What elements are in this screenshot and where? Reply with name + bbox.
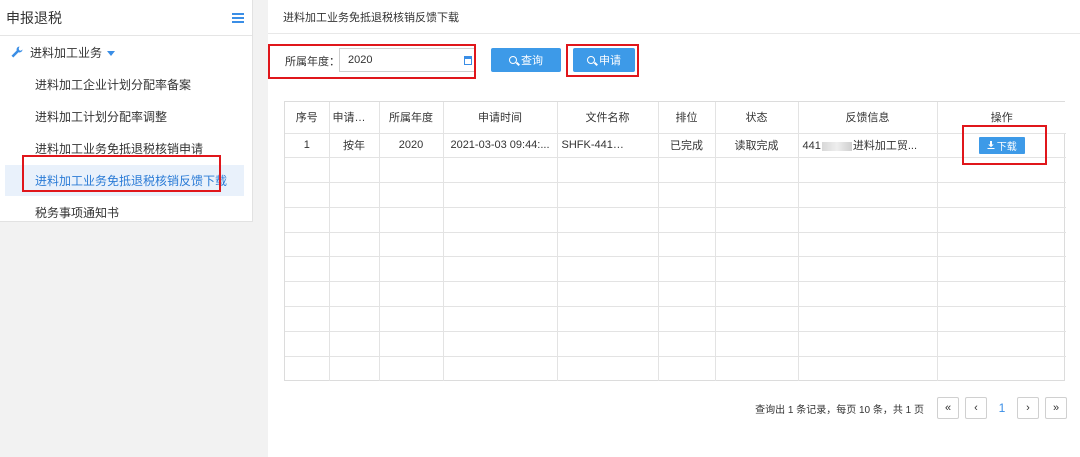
cell-feedback: 441 进料加工贸... (798, 133, 938, 159)
col-header-type: 申请类型 (329, 102, 380, 134)
calendar-button[interactable] (459, 48, 477, 72)
sidebar-header: 申报退税 (0, 0, 252, 36)
download-icon (987, 141, 995, 150)
file-name-suffix: . (652, 139, 656, 152)
page-title: 进料加工业务免抵退税核销反馈下载 (268, 0, 1080, 34)
redacted-text (821, 141, 852, 151)
table-row: 1 按年 2020 2021-03-03 09:44:... SHFK-441.… (285, 133, 1066, 159)
sidebar-item-plan-filing[interactable]: 进料加工企业计划分配率备案 (0, 69, 252, 100)
sidebar-item-tax-notice[interactable]: 税务事项通知书 (0, 197, 252, 228)
next-page-button[interactable]: › (1017, 397, 1039, 419)
cell-index: 1 (285, 133, 330, 159)
search-toolbar: 所属年度： 查询 申请 (268, 34, 1080, 84)
table-row-empty (285, 256, 1066, 283)
table-row-empty (285, 306, 1066, 332)
table-row-empty (285, 207, 1066, 233)
sidebar-group-processing[interactable]: 进料加工业务 (0, 36, 252, 68)
cell-rank: 已完成 (658, 133, 716, 159)
download-button-label: 下载 (996, 141, 1017, 153)
current-page-number[interactable]: 1 (993, 397, 1011, 419)
caret-down-icon (107, 50, 116, 56)
sidebar-title: 申报退税 (6, 9, 62, 26)
table-row-empty (285, 331, 1066, 357)
cell-action: 下载 (937, 133, 1066, 159)
sidebar-item-feedback-download[interactable]: 进料加工业务免抵退税核销反馈下载 (5, 165, 244, 196)
apply-button-label: 申请 (599, 55, 621, 67)
sidebar: 申报退税 进料加工业务 进料加工企业计划分配率备案 进料加工计划分配率调整 进料… (0, 0, 253, 222)
cell-time: 2021-03-03 09:44:... (443, 133, 558, 159)
feedback-prefix: 441 (802, 140, 821, 153)
results-table: 序号 申请类型 所属年度 申请时间 文件名称 排位 状态 反馈信息 操作 1 按… (284, 101, 1066, 381)
download-button[interactable]: 下载 (978, 136, 1025, 154)
col-header-index: 序号 (285, 102, 330, 134)
calendar-icon (464, 55, 472, 65)
table-row-empty (285, 356, 1066, 381)
col-header-file: 文件名称 (557, 102, 659, 134)
apply-button[interactable]: 申请 (573, 48, 635, 72)
year-label: 所属年度： (285, 56, 340, 68)
table-row-empty (285, 232, 1066, 258)
col-header-feedback: 反馈信息 (798, 102, 938, 134)
table-header-row: 序号 申请类型 所属年度 申请时间 文件名称 排位 状态 反馈信息 操作 (285, 102, 1066, 134)
last-page-button[interactable]: » (1045, 397, 1067, 419)
col-header-rank: 排位 (658, 102, 716, 134)
pagination-info: 查询出 1 条记录，每页 10 条，共 1 页 (755, 404, 924, 416)
search-icon (509, 56, 517, 64)
menu-icon[interactable] (232, 12, 244, 23)
prev-page-button[interactable]: ‹ (965, 397, 987, 419)
file-name-prefix: SHFK-441 (561, 139, 613, 152)
first-page-button[interactable]: « (937, 397, 959, 419)
sidebar-item-plan-adjust[interactable]: 进料加工计划分配率调整 (0, 101, 252, 132)
cell-status: 读取完成 (715, 133, 799, 159)
sidebar-group-label: 进料加工业务 (30, 45, 103, 60)
col-header-year: 所属年度 (379, 102, 444, 134)
col-header-status: 状态 (715, 102, 799, 134)
feedback-suffix: 进料加工贸... (852, 140, 918, 153)
pagination: 查询出 1 条记录，每页 10 条，共 1 页 « ‹ 1 › » (755, 397, 1067, 419)
table-row-empty (285, 281, 1066, 308)
table-row-empty (285, 157, 1066, 184)
query-button[interactable]: 查询 (491, 48, 561, 72)
wrench-icon (11, 46, 23, 58)
table-row-empty (285, 182, 1066, 208)
year-input[interactable] (339, 48, 476, 72)
search-icon (587, 56, 595, 64)
col-header-time: 申请时间 (443, 102, 558, 134)
main-panel: 进料加工业务免抵退税核销反馈下载 所属年度： 查询 申请 序号 申请类型 (268, 0, 1080, 457)
col-header-action: 操作 (937, 102, 1066, 134)
cell-file: SHFK-441. (557, 133, 659, 159)
cell-year: 2020 (379, 133, 444, 159)
cell-type: 按年 (329, 133, 380, 159)
query-button-label: 查询 (521, 55, 543, 67)
sidebar-item-writeoff-apply[interactable]: 进料加工业务免抵退税核销申请 (0, 133, 252, 164)
